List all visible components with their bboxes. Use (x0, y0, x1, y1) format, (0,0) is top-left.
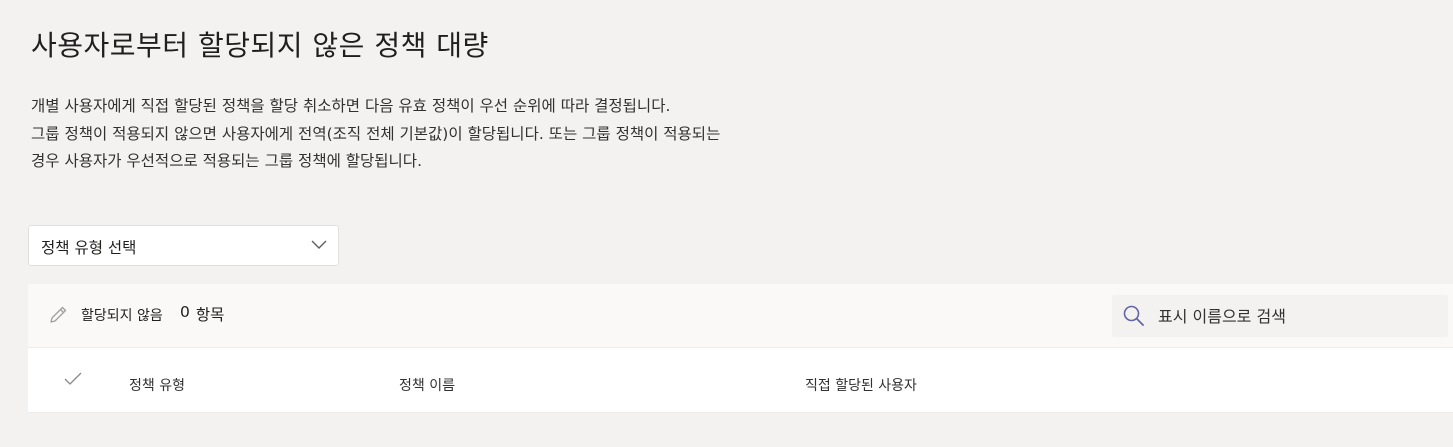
search-icon (1123, 305, 1144, 326)
table-header: 정책 유형 정책 이름 직접 할당된 사용자 (28, 348, 1453, 413)
unassign-button[interactable]: 할당되지 않음 (47, 300, 163, 330)
command-bar: 할당되지 않음 0 항목 (28, 284, 1453, 348)
column-header-policy-name[interactable]: 정책 이름 (399, 375, 455, 395)
description-line-1: 개별 사용자에게 직접 할당된 정책을 할당 취소하면 다음 유효 정책이 우선… (31, 97, 671, 115)
description-line-2: 그룹 정책이 적용되지 않으면 사용자에게 전역(조직 전체 기본값)이 할당됩… (31, 124, 721, 143)
item-count: 0 항목 (180, 303, 224, 325)
policy-list-panel: 할당되지 않음 0 항목 정책 유형 정책 이름 직접 할당된 사용자 (28, 284, 1453, 447)
item-count-suffix: 항목 (195, 306, 225, 324)
item-count-value: 0 (180, 303, 190, 321)
column-header-direct-users[interactable]: 직접 할당된 사용자 (805, 375, 917, 395)
column-header-policy-type[interactable]: 정책 유형 (129, 375, 185, 395)
chevron-down-icon (311, 240, 327, 249)
page-description: 개별 사용자에게 직접 할당된 정책을 할당 취소하면 다음 유효 정책이 우선… (31, 93, 911, 176)
table-body (28, 413, 1453, 447)
pencil-icon (50, 306, 67, 323)
search-box[interactable] (1112, 295, 1448, 337)
policy-type-dropdown[interactable]: 정책 유형 선택 (28, 225, 339, 266)
search-input[interactable] (1156, 305, 1440, 327)
unassign-button-label: 할당되지 않음 (81, 308, 163, 324)
description-line-3: 경우 사용자가 우선적으로 적용되는 그룹 정책에 할당됩니다. (31, 152, 422, 170)
policy-type-dropdown-value: 정책 유형 선택 (41, 239, 137, 257)
page-title: 사용자로부터 할당되지 않은 정책 대량 (31, 29, 489, 62)
select-all-checkmark-icon[interactable] (63, 370, 83, 388)
